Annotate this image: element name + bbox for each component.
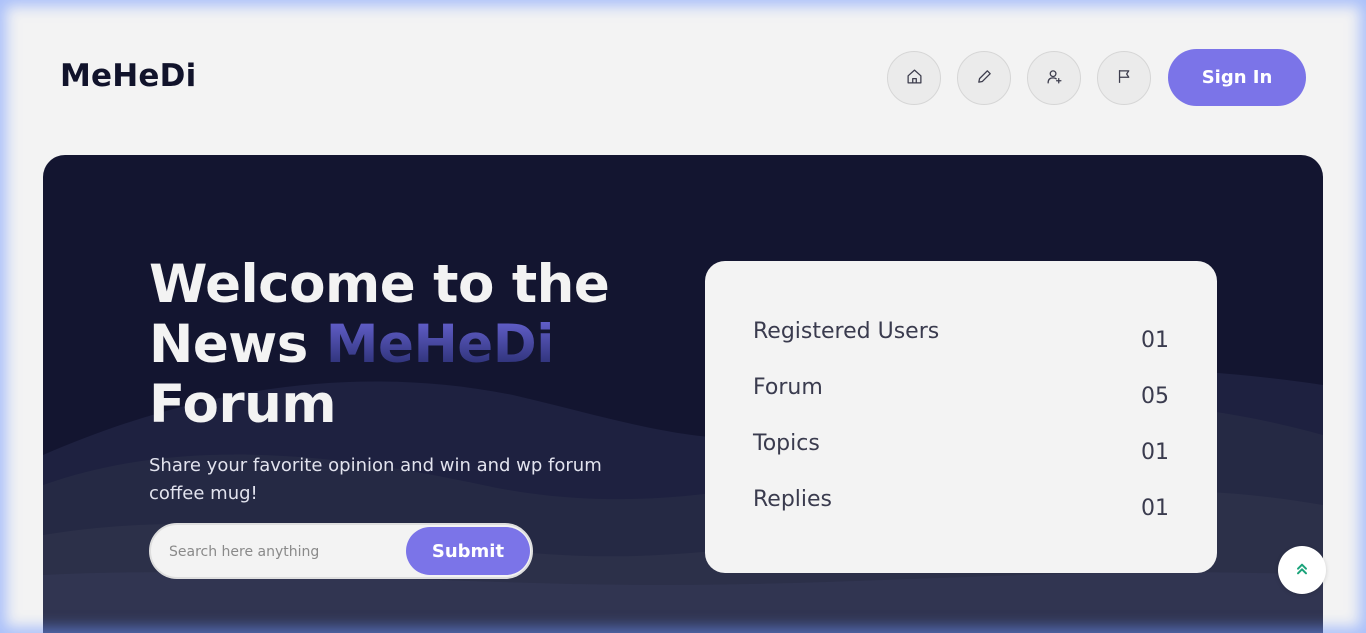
write-button[interactable] [957,51,1011,105]
home-button[interactable] [887,51,941,105]
register-button[interactable] [1027,51,1081,105]
search-input[interactable] [169,541,399,563]
stat-value: 01 [1141,496,1169,521]
double-chevron-up-icon [1294,560,1310,580]
stat-label: Registered Users [753,319,940,344]
back-to-top-button[interactable] [1278,546,1326,594]
hero-section: Welcome to the News MeHeDi Forum Share y… [43,155,1323,633]
hero-subtitle: Share your favorite opinion and win and … [149,455,602,504]
stat-label: Replies [753,487,833,512]
stat-label: Topics [753,431,820,456]
site-logo[interactable]: MeHeDi [60,58,196,94]
user-plus-icon [1046,68,1063,89]
search-form: Submit [149,523,533,579]
hero-title: Welcome to the News MeHeDi Forum [149,254,610,435]
hero-title-accent: MeHeDi [325,314,555,375]
flag-icon [1116,68,1133,89]
report-button[interactable] [1097,51,1151,105]
hero-title-line2: News [149,314,326,375]
stat-value: 05 [1141,384,1169,409]
stat-label: Forum [753,375,823,400]
stat-row-registered-users: Registered Users 01 [753,319,1169,359]
stat-value: 01 [1141,328,1169,353]
header-icon-nav [887,51,1151,105]
hero-title-line1: Welcome to the [149,254,610,315]
stat-row-replies: Replies 01 [753,487,1169,527]
stat-row-topics: Topics 01 [753,431,1169,471]
sign-in-button[interactable]: Sign In [1168,49,1306,106]
stat-row-forum: Forum 05 [753,375,1169,415]
submit-button[interactable]: Submit [406,527,530,575]
site-header: MeHeDi Sign In [0,0,1366,155]
home-icon [906,68,923,89]
hero-title-line3: Forum [149,374,337,435]
stat-value: 01 [1141,440,1169,465]
pencil-icon [976,68,993,89]
forum-stats-card: Registered Users 01 Forum 05 Topics 01 R… [705,261,1217,573]
